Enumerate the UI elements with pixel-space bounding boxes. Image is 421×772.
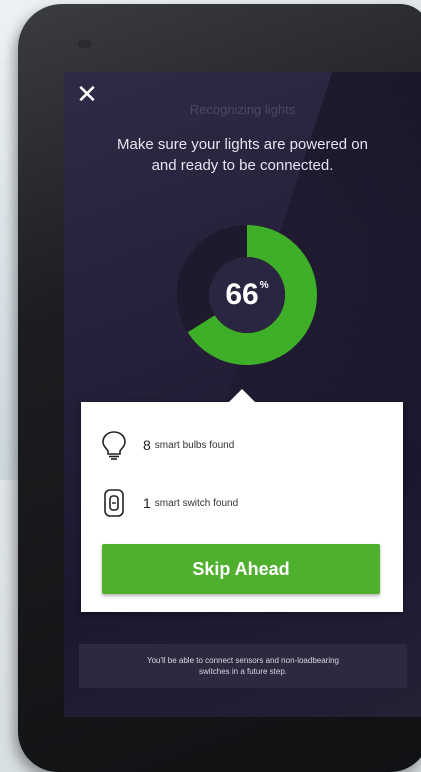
phone-speaker — [78, 40, 92, 48]
close-icon[interactable]: ✕ — [74, 82, 100, 108]
result-row-switch: 1 smart switch found — [101, 488, 238, 518]
app-screen: Recognizing lights ✕ Make sure your ligh… — [64, 72, 421, 717]
progress-value: 66 — [225, 278, 259, 311]
percent-sign: % — [259, 279, 269, 291]
bulbs-count: 8 — [143, 437, 151, 453]
lightbulb-icon — [102, 431, 126, 460]
phone-device: Recognizing lights ✕ Make sure your ligh… — [18, 4, 421, 772]
faded-screen-title: Recognizing lights — [189, 102, 296, 117]
switch-label: smart switch found — [154, 497, 239, 509]
progress-ring: 66% — [162, 210, 332, 380]
skip-ahead-button[interactable]: Skip Ahead — [102, 544, 380, 594]
smart-switch-icon — [104, 489, 124, 517]
footer-line-1: You'll be able to connect sensors and no… — [146, 656, 340, 665]
instruction-line-1: Make sure your lights are powered on — [117, 136, 368, 153]
footer-note: You'll be able to connect sensors and no… — [79, 644, 407, 688]
footer-line-2: switches in a future step. — [198, 667, 288, 676]
progress-percent: 66% — [162, 210, 332, 380]
bulbs-label: smart bulbs found — [154, 439, 235, 451]
card-pointer — [229, 389, 255, 402]
instruction-line-2: and ready to be connected. — [151, 157, 334, 174]
results-card: 8 smart bulbs found 1 smart switch found… — [81, 389, 403, 612]
switch-count: 1 — [143, 495, 151, 511]
instruction-text: Make sure your lights are powered on and… — [72, 134, 413, 176]
result-row-bulbs: 8 smart bulbs found — [101, 430, 234, 460]
